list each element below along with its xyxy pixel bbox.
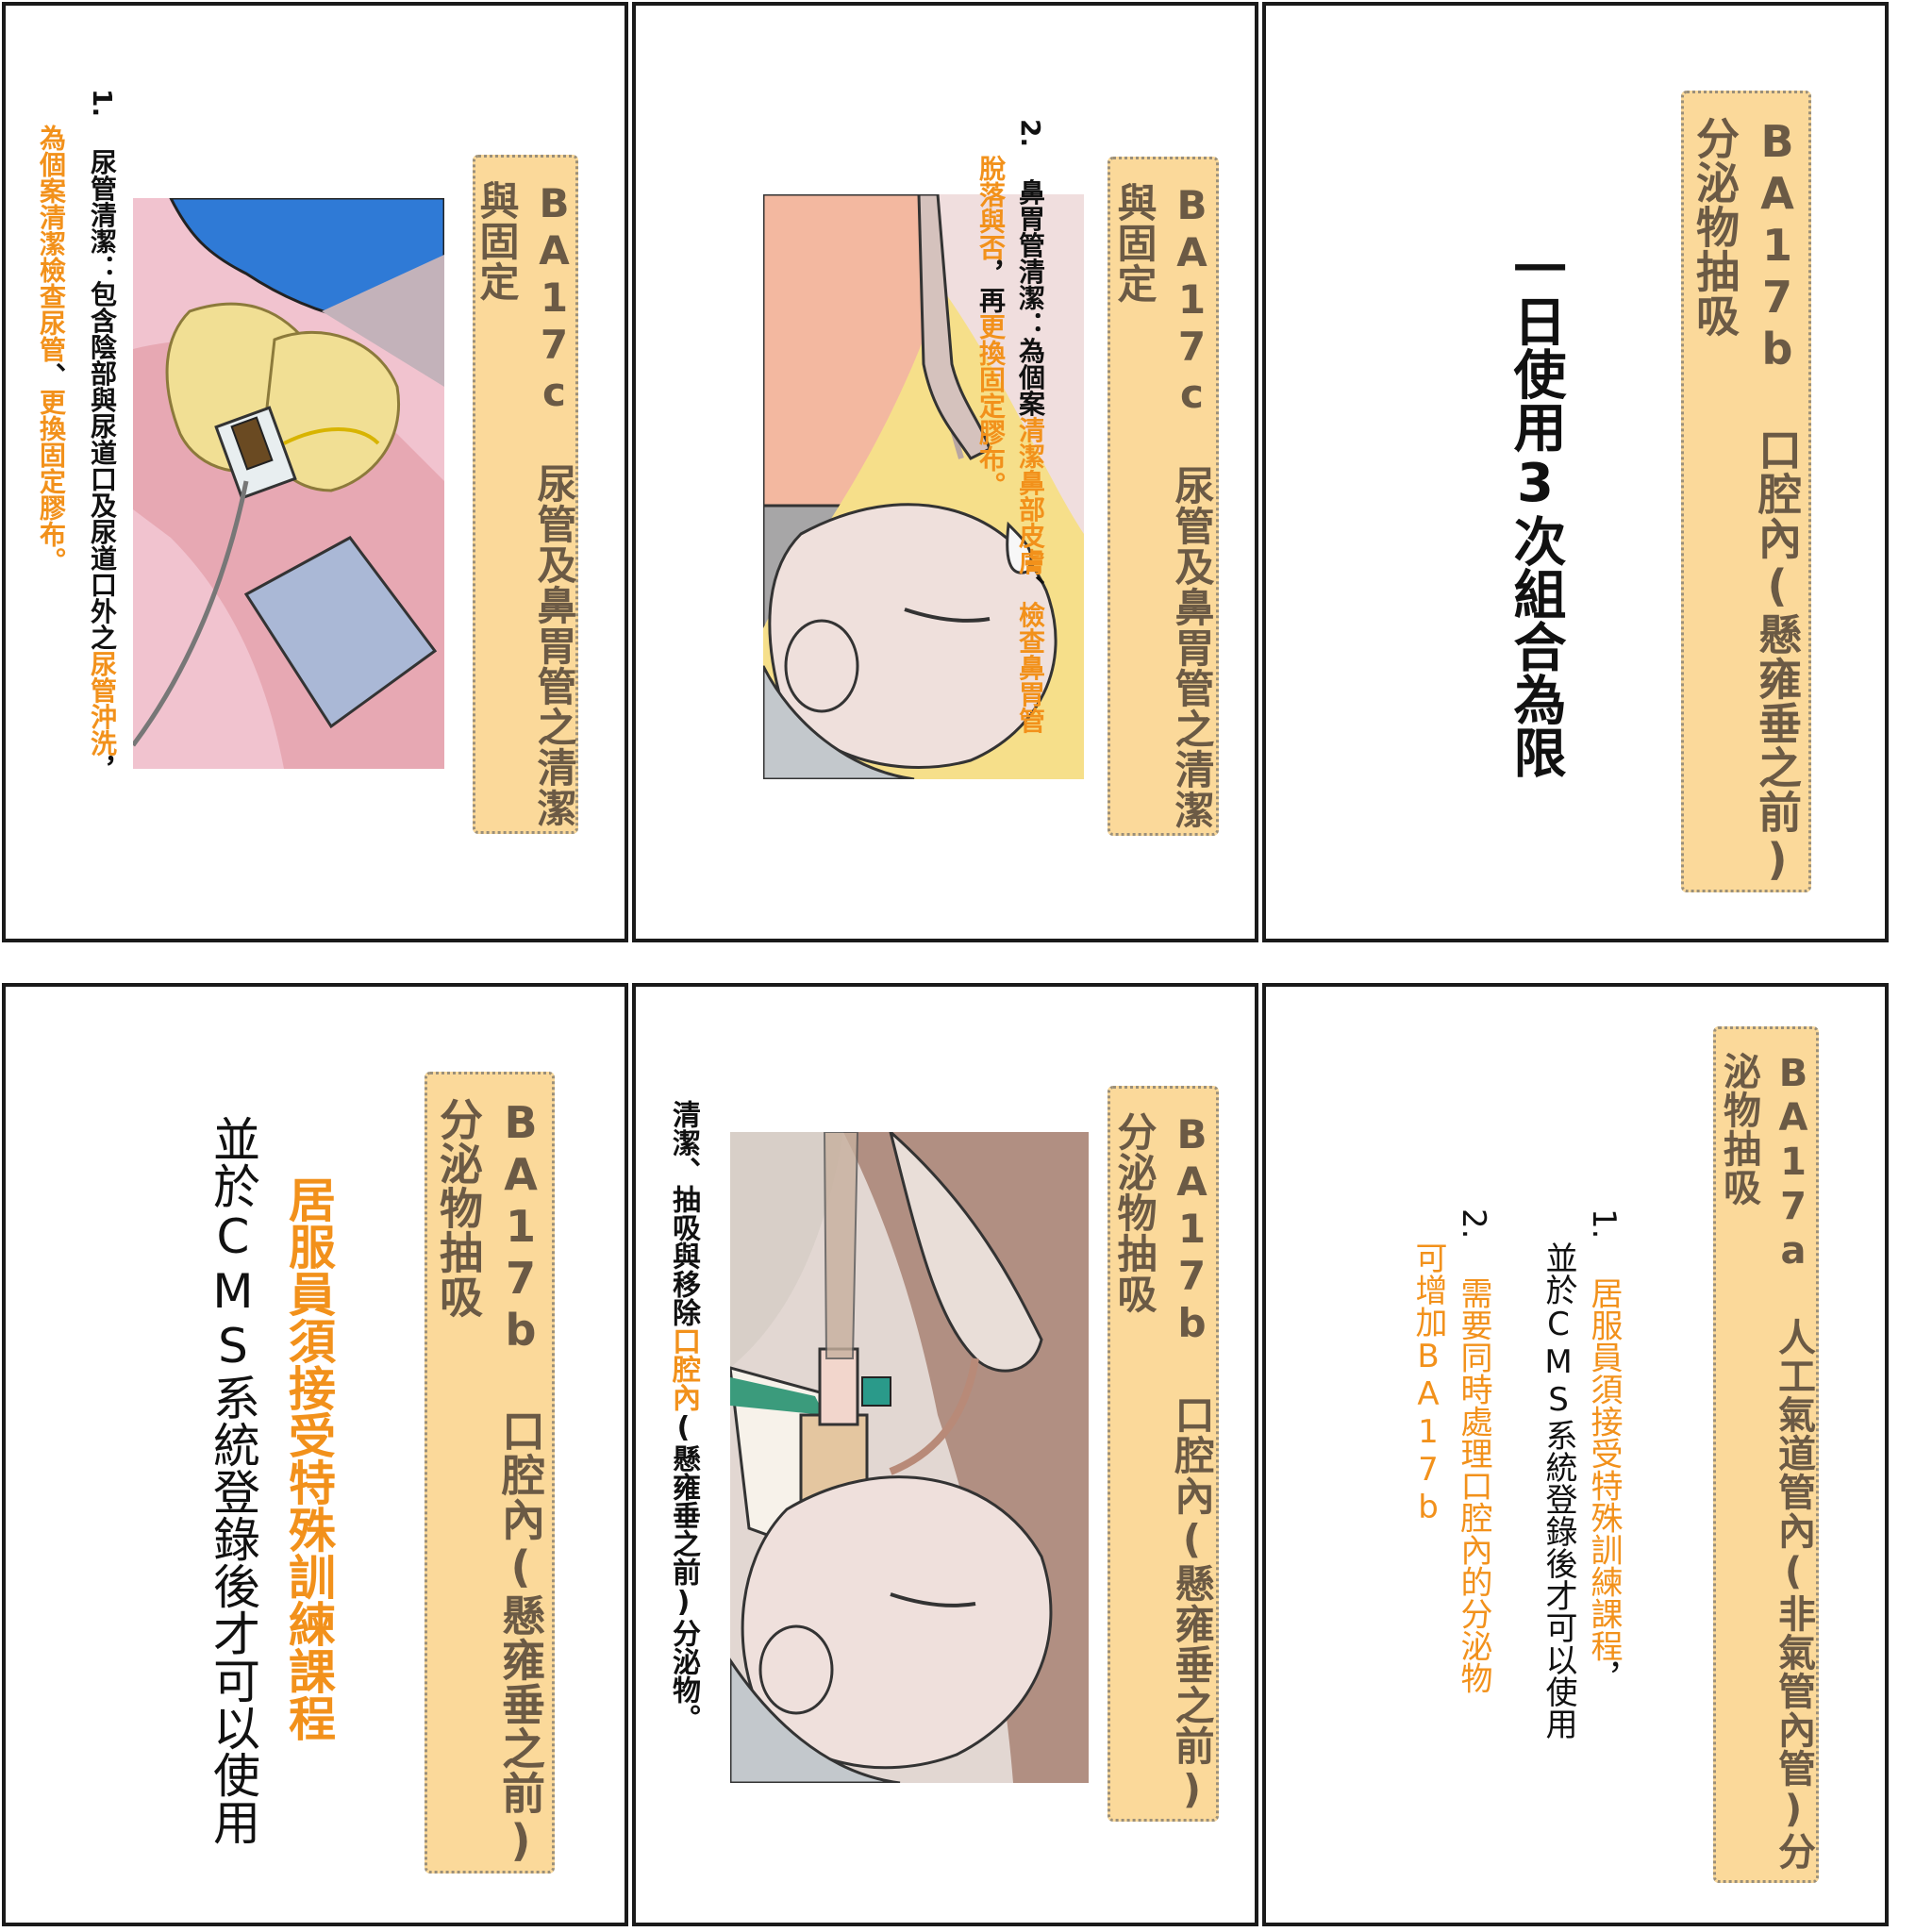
item-highlight: 更換固定膠布 (975, 313, 1007, 472)
item-label: 鼻胃管清潔： (1015, 178, 1046, 338)
catheter-text-line1: 1. 尿管清潔：包含陰部與尿道口及尿道口外之尿管沖洗， (83, 89, 121, 782)
item-number: 1. (1585, 1208, 1623, 1240)
panel-title-box: BA17c 尿管及鼻胃管之清潔與固定 (1108, 157, 1219, 836)
panel-title-box: BA17b 口腔內(懸雍垂之前)分泌物抽吸 (1681, 91, 1811, 892)
item2-line2: 可增加BA17b (1406, 1241, 1452, 1526)
item-highlight: 尿管沖洗 (87, 650, 118, 757)
item1-line2: 並於CMS系統登錄後才可以使用 (1536, 1241, 1582, 1740)
panel-bottom-middle: BA17b 口腔內(懸雍垂之前)分泌物抽吸 清潔、抽吸與移除口腔內(懸雍垂之前)… (632, 983, 1258, 1926)
panel-title: BA17c 尿管及鼻胃管之清潔與固定 (474, 180, 577, 828)
item-highlight: 口腔內 (667, 1326, 700, 1411)
panel-title-box: BA17a 人工氣道管內(非氣管內管)分泌物抽吸 (1713, 1026, 1819, 1883)
cms-registration-text: 並於CMS系統登錄後才可以使用 (206, 1115, 260, 1845)
ngt-text-line2: 脫落與否，再更換固定膠布。 (972, 155, 1009, 498)
panel-top-right: BA17b 口腔內(懸雍垂之前)分泌物抽吸 一日使用3次組合為限 (1262, 2, 1889, 942)
item-end: 。 (975, 472, 1007, 498)
panel-title-box: BA17b 口腔內(懸雍垂之前)分泌物抽吸 (1108, 1086, 1219, 1822)
suction-description: 清潔、抽吸與移除口腔內(懸雍垂之前)分泌物。 (662, 1100, 704, 1732)
item-text: 為個案 (1015, 337, 1046, 417)
item-highlight: 需要同時處理口腔內的分泌物 (1455, 1276, 1492, 1694)
panel-title-box: BA17b 口腔內(懸雍垂之前)分泌物抽吸 (425, 1072, 555, 1874)
panel-top-middle: BA17c 尿管及鼻胃管之清潔與固定 2. 鼻胃管清潔：為個案清潔鼻部皮膚、檢查… (632, 2, 1258, 942)
panel-title: BA17b 口腔內(懸雍垂之前)分泌物抽吸 (1690, 116, 1803, 886)
item-end: ， (1585, 1661, 1623, 1694)
item-highlight: 更換固定膠布 (36, 389, 67, 547)
oral-suction-illustration (730, 1132, 1089, 1783)
item-text: (懸雍垂之前)分泌物。 (667, 1411, 700, 1732)
item-highlight: 為個案清潔檢查尿管 (36, 125, 67, 362)
item-text: 清潔、抽吸與移除 (667, 1100, 700, 1326)
item-text: 可增加BA17b (1409, 1241, 1447, 1526)
urinary-catheter-illustration (133, 198, 444, 769)
panel-title-box: BA17c 尿管及鼻胃管之清潔與固定 (473, 155, 578, 834)
item1-line1: 1. 居服員須接受特殊訓練課程， (1581, 1208, 1627, 1693)
panel-bottom-right: BA17a 人工氣道管內(非氣管內管)分泌物抽吸 1. 居服員須接受特殊訓練課程… (1262, 983, 1889, 1926)
item-text: 包含陰部與尿道口及尿道口外之 (87, 280, 118, 651)
item-sep: 、 (1015, 575, 1046, 602)
panel-bottom-left: BA17b 口腔內(懸雍垂之前)分泌物抽吸 居服員須接受特殊訓練課程 並於CMS… (2, 983, 628, 1926)
item-end: 。 (36, 547, 67, 574)
catheter-text-line2: 為個案清潔檢查尿管、更換固定膠布。 (32, 125, 70, 574)
item-sep: 、 (36, 362, 67, 389)
item-number: 1. (87, 89, 118, 118)
item-highlight: 脫落與否 (975, 155, 1007, 260)
item-label: 尿管清潔： (87, 148, 118, 281)
item-text: ，再 (975, 260, 1007, 313)
item-highlight: 清潔鼻部皮膚 (1015, 416, 1046, 575)
panel-body-text: 一日使用3次組合為限 (1505, 242, 1566, 778)
panel-title: BA17b 口腔內(懸雍垂之前)分泌物抽吸 (433, 1097, 546, 1867)
training-requirement-text: 居服員須接受特殊訓練課程 (281, 1175, 336, 1741)
item-number: 2. (1455, 1208, 1492, 1240)
item-end: ， (87, 756, 118, 783)
panel-title: BA17a 人工氣道管內(非氣管內管)分泌物抽吸 (1717, 1052, 1815, 1871)
ngt-text-line1: 2. 鼻胃管清潔：為個案清潔鼻部皮膚、檢查鼻胃管 (1011, 119, 1049, 733)
item-highlight: 檢查鼻胃管 (1015, 601, 1046, 734)
item-text: 並於CMS系統登錄後才可以使用 (1540, 1241, 1577, 1740)
panel-title: BA17c 尿管及鼻胃管之清潔與固定 (1111, 182, 1215, 830)
item-number: 2. (1015, 119, 1046, 148)
item2-line1: 2. 需要同時處理口腔內的分泌物 (1451, 1208, 1497, 1693)
panel-top-left: BA17c 尿管及鼻胃管之清潔與固定 1. 尿管清潔：包含陰部與尿道口及尿道口外… (2, 2, 628, 942)
item-highlight: 居服員須接受特殊訓練課程 (1585, 1276, 1623, 1662)
panel-title: BA17b 口腔內(懸雍垂之前)分泌物抽吸 (1111, 1111, 1215, 1813)
